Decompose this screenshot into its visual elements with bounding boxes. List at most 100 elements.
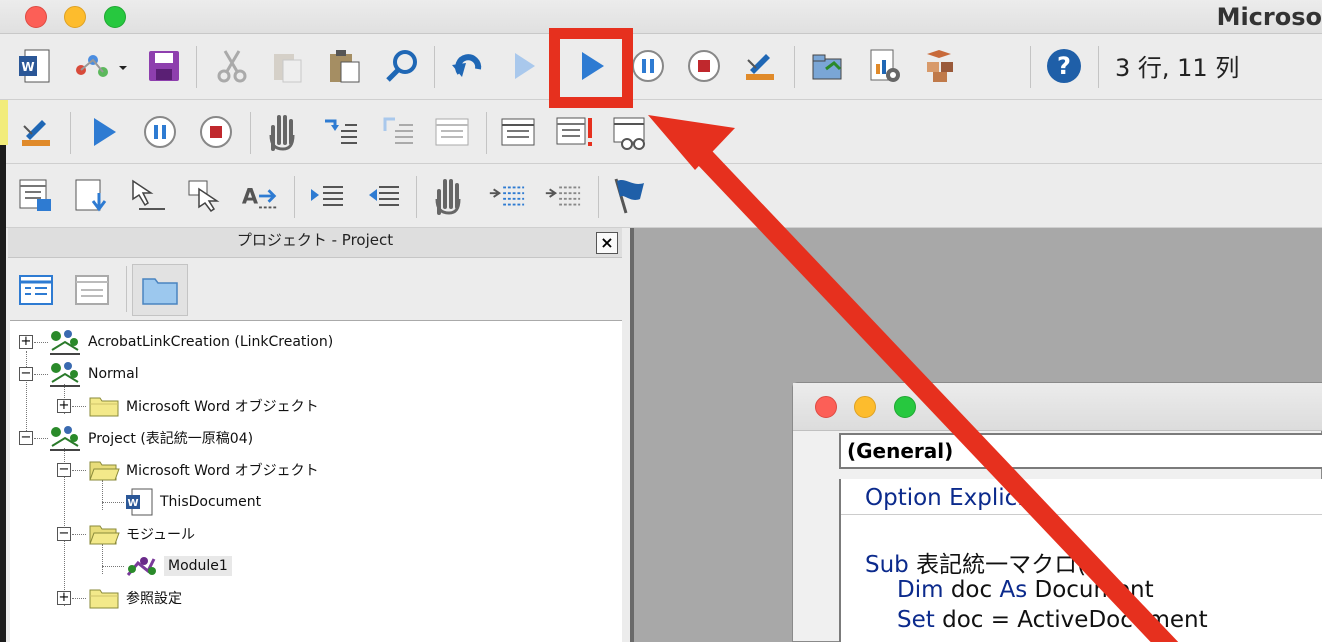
find-button[interactable]	[382, 46, 422, 86]
tree-expander[interactable]: −	[57, 527, 71, 541]
tree-item-label: Microsoft Word オブジェクト	[126, 463, 319, 479]
toolbar-separator	[294, 176, 295, 218]
reset-button[interactable]	[684, 46, 724, 86]
maximize-code-window-button[interactable]	[894, 396, 916, 418]
toolbar-separator	[434, 46, 435, 88]
save-button[interactable]	[144, 46, 184, 86]
object-combo[interactable]: (General)	[839, 433, 1322, 469]
folder-icon	[142, 278, 178, 305]
complete-word-button[interactable]: A	[240, 176, 280, 216]
toolbar-separator	[1030, 46, 1031, 88]
tree-connector	[72, 598, 86, 599]
design-mode-button[interactable]	[16, 112, 56, 152]
copy-button[interactable]	[268, 46, 308, 86]
word-icon: W	[19, 49, 50, 83]
list-constants-button[interactable]	[72, 176, 112, 216]
paste-button[interactable]	[324, 46, 364, 86]
code-line: Dim doc As Document	[897, 577, 1154, 603]
minimize-code-window-button[interactable]	[854, 396, 876, 418]
outdent-button[interactable]	[362, 176, 402, 216]
maximize-window-button[interactable]	[104, 6, 126, 28]
cut-icon	[217, 50, 247, 83]
project-explorer-panel: プロジェクト - Project × + − + − − − + Acrobat…	[8, 228, 622, 642]
tree-connector	[72, 470, 86, 471]
design-mode-button[interactable]	[740, 46, 780, 86]
code-text: doc = ActiveDocument	[934, 607, 1208, 633]
immediate-window-button[interactable]	[554, 112, 594, 152]
view-code-button[interactable]	[16, 270, 56, 310]
quick-info-button[interactable]	[128, 176, 168, 216]
uncomment-block-icon	[545, 186, 581, 206]
watch-window-button[interactable]	[610, 112, 700, 152]
module-icon	[126, 557, 156, 576]
svg-text:?: ?	[1057, 52, 1071, 80]
reset-button[interactable]	[196, 112, 236, 152]
redo-button[interactable]	[504, 46, 544, 86]
parameter-info-icon	[188, 180, 220, 213]
tree-connector	[72, 534, 86, 535]
view-word-button[interactable]: W	[14, 46, 54, 86]
tree-expander[interactable]: +	[57, 591, 71, 605]
tree-expander[interactable]: −	[57, 463, 71, 477]
project-explorer-button[interactable]	[808, 46, 848, 86]
toggle-folders-button[interactable]	[132, 264, 188, 316]
tree-item-label: Normal	[88, 366, 139, 382]
immediate-window-icon	[556, 117, 592, 146]
locals-window-button[interactable]	[498, 112, 538, 152]
help-button[interactable]: ?	[1044, 46, 1084, 86]
tree-item-label: ThisDocument	[160, 494, 262, 510]
tree-item-this-document[interactable]: W ThisDocument	[124, 488, 261, 516]
close-code-window-button[interactable]	[815, 396, 837, 418]
undo-button[interactable]	[448, 46, 488, 86]
tree-expander[interactable]: +	[57, 399, 71, 413]
toggle-bookmark-button[interactable]	[610, 176, 650, 216]
list-properties-button[interactable]	[16, 176, 56, 216]
insert-userform-button[interactable]	[72, 46, 132, 86]
uncomment-block-button[interactable]	[542, 176, 582, 216]
tree-item-references[interactable]: 参照設定	[88, 584, 182, 612]
indent-button[interactable]	[306, 176, 346, 216]
panel-title: プロジェクト - Project	[8, 228, 622, 258]
svg-text:W: W	[127, 498, 138, 509]
step-into-button[interactable]	[320, 112, 360, 152]
tree-expander[interactable]: −	[19, 367, 33, 381]
tree-item-word-objects[interactable]: Microsoft Word オブジェクト	[88, 392, 319, 420]
tree-item-word-objects-open[interactable]: Microsoft Word オブジェクト	[88, 456, 319, 484]
run-sub-button[interactable]	[84, 112, 124, 152]
parameter-info-button[interactable]	[184, 176, 224, 216]
properties-icon	[870, 49, 900, 82]
break-button[interactable]	[628, 46, 668, 86]
close-window-button[interactable]	[25, 6, 47, 28]
tree-connector	[102, 502, 124, 503]
tree-item-acrobat-link-creation[interactable]: AcrobatLinkCreation (LinkCreation)	[48, 328, 333, 356]
view-object-icon	[75, 275, 109, 305]
step-out-button[interactable]	[432, 112, 472, 152]
tree-item-module1[interactable]: Module1	[124, 552, 232, 580]
object-browser-icon	[927, 50, 953, 82]
break-button[interactable]	[140, 112, 180, 152]
code-line: Set doc = ActiveDocument	[897, 607, 1208, 633]
tree-expander[interactable]: −	[19, 431, 33, 445]
tree-connector	[102, 566, 124, 567]
minimize-window-button[interactable]	[64, 6, 86, 28]
step-over-button[interactable]	[376, 112, 416, 152]
object-browser-button[interactable]	[920, 46, 960, 86]
code-editor[interactable]: Option Explicit Sub 表記統一マクロ() Dim doc As…	[839, 479, 1322, 642]
tree-item-modules[interactable]: モジュール	[88, 520, 195, 548]
tree-connector	[102, 544, 103, 574]
properties-window-button[interactable]	[864, 46, 904, 86]
tree-item-project[interactable]: Project (表記統一原稿04)	[48, 424, 253, 452]
code-line: Option Explicit	[865, 485, 1033, 511]
toggle-breakpoint-button[interactable]	[428, 176, 468, 216]
tree-item-normal[interactable]: Normal	[48, 360, 139, 388]
view-object-button[interactable]	[72, 270, 112, 310]
design-mode-icon	[746, 54, 774, 80]
edit-toolbar: A	[0, 164, 1322, 228]
word-document-icon: W	[126, 488, 153, 516]
toolbar-separator	[416, 176, 417, 218]
comment-block-button[interactable]	[486, 176, 526, 216]
toggle-breakpoint-button[interactable]	[262, 112, 302, 152]
tree-expander[interactable]: +	[19, 335, 33, 349]
cut-button[interactable]	[212, 46, 252, 86]
close-panel-button[interactable]: ×	[596, 232, 618, 254]
